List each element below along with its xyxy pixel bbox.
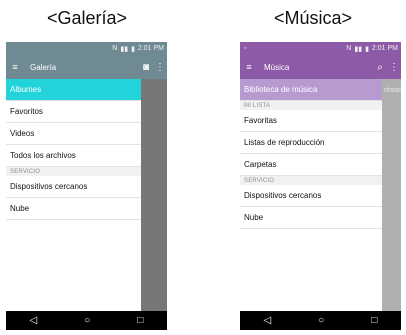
status-time: 2:01 PM	[137, 45, 164, 52]
music-phone-screen: ▫ N ▮▮ ▮ 2:01 PM ≡ Música ⌕ ⋮ Biblioteca…	[240, 42, 401, 330]
system-navbar: ◁ ○ □	[240, 311, 401, 330]
back-icon[interactable]: ◁	[30, 315, 38, 326]
background-scrim[interactable]	[141, 79, 167, 311]
drawer-item-label: Dispositivos cercanos	[244, 191, 322, 200]
gallery-phone-screen: N ▮▮ ▮ 2:01 PM ≡ Galería ◙ ⋮ Albumes Fav…	[6, 42, 167, 330]
drawer-item-label: Favoritas	[244, 116, 277, 125]
battery-icon: ▮	[131, 45, 135, 53]
battery-icon: ▮	[365, 45, 369, 53]
back-icon[interactable]: ◁	[264, 315, 272, 326]
drawer-item-dispositivos[interactable]: Dispositivos cercanos	[240, 185, 382, 207]
signal-icon: ▮▮	[120, 45, 129, 53]
nfc-icon: N	[112, 45, 118, 52]
camera-icon[interactable]: ◙	[139, 62, 153, 73]
drawer-item-label: Nube	[10, 204, 30, 213]
drawer-item-dispositivos[interactable]: Dispositivos cercanos	[6, 176, 141, 198]
section-header-mi-lista: MI LISTA	[240, 101, 382, 110]
overflow-icon[interactable]: ⋮	[387, 62, 401, 73]
drawer-item-label: Albumes	[10, 85, 42, 94]
menu-icon[interactable]: ≡	[242, 62, 256, 72]
drawer-item-listas[interactable]: Listas de reproducción	[240, 132, 382, 154]
music-caption: <Música>	[273, 8, 353, 28]
gallery-caption: <Galería>	[46, 8, 128, 28]
drawer-item-label: Todos los archivos	[10, 151, 76, 160]
drawer-item-albumes[interactable]: Albumes	[6, 79, 141, 101]
app-bar: ≡ Música ⌕ ⋮	[240, 55, 401, 79]
drawer-item-biblioteca[interactable]: Biblioteca de música	[240, 79, 382, 101]
drawer-item-favoritos[interactable]: Favoritos	[6, 101, 141, 123]
home-icon[interactable]: ○	[84, 315, 90, 326]
recent-apps-icon[interactable]: □	[371, 315, 377, 326]
navigation-drawer: Biblioteca de música MI LISTA Favoritas …	[240, 79, 382, 311]
drawer-item-label: Carpetas	[244, 160, 277, 169]
section-header-servicio: SERVICIO	[240, 176, 382, 185]
drawer-item-label: Biblioteca de música	[244, 85, 318, 94]
section-header-servicio: SERVICIO	[6, 167, 141, 176]
drawer-item-label: Nube	[244, 213, 264, 222]
menu-icon[interactable]: ≡	[8, 62, 22, 72]
app-title: Galería	[30, 62, 57, 72]
recent-apps-icon[interactable]: □	[137, 315, 143, 326]
navigation-drawer: Albumes Favoritos Videos Todos los archi…	[6, 79, 141, 311]
drawer-item-nube[interactable]: Nube	[240, 207, 382, 229]
drawer-item-label: Videos	[10, 129, 35, 138]
drawer-item-nube[interactable]: Nube	[6, 198, 141, 220]
drawer-item-label: Favoritos	[10, 107, 43, 116]
peek-text: rtistas	[384, 87, 401, 94]
drawer-item-favoritas[interactable]: Favoritas	[240, 110, 382, 132]
app-bar: ≡ Galería ◙ ⋮	[6, 55, 167, 79]
status-bar: N ▮▮ ▮ 2:01 PM	[6, 42, 167, 55]
drawer-item-todos[interactable]: Todos los archivos	[6, 145, 141, 167]
drawer-item-videos[interactable]: Videos	[6, 123, 141, 145]
status-time: 2:01 PM	[371, 45, 398, 52]
drawer-item-label: Dispositivos cercanos	[10, 182, 88, 191]
home-icon[interactable]: ○	[318, 315, 324, 326]
drawer-item-carpetas[interactable]: Carpetas	[240, 154, 382, 176]
signal-icon: ▮▮	[354, 45, 363, 53]
overflow-icon[interactable]: ⋮	[153, 62, 167, 73]
background-scrim[interactable]: rtistas	[382, 79, 401, 311]
drawer-item-label: Listas de reproducción	[244, 138, 325, 147]
image-icon: ▫	[244, 45, 247, 52]
system-navbar: ◁ ○ □	[6, 311, 167, 330]
nfc-icon: N	[346, 45, 352, 52]
status-bar: ▫ N ▮▮ ▮ 2:01 PM	[240, 42, 401, 55]
app-title: Música	[264, 62, 290, 72]
search-icon[interactable]: ⌕	[373, 62, 387, 73]
